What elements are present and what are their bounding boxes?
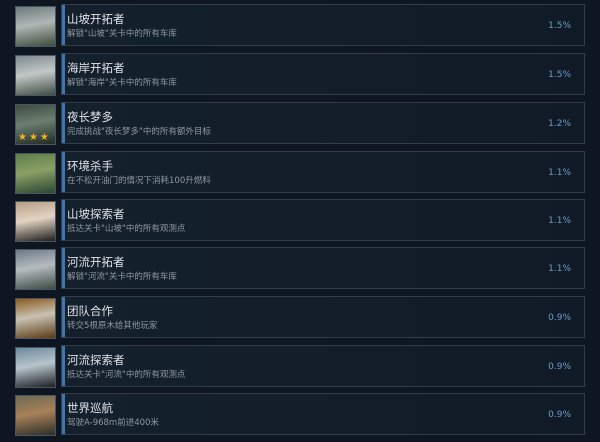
unlock-percentage: 0.9% <box>548 362 571 372</box>
garage-river-icon <box>16 250 55 289</box>
achievement-card: 山坡探索者抵达关卡"山坡"中的所有观测点 1.1% <box>61 199 585 241</box>
achievement-title: 夜长梦多 <box>67 110 113 124</box>
achievement-row[interactable]: 山坡开拓者解锁"山坡"关卡中的所有车库 1.5% <box>0 4 600 53</box>
achievement-icon <box>15 249 56 290</box>
achievement-card: 世界巡航驾驶A-968m前进400米 0.9% <box>61 393 585 435</box>
achievement-row[interactable]: 世界巡航驾驶A-968m前进400米 0.9% <box>0 393 600 442</box>
achievement-card: 河流开拓者解锁"河流"关卡中的所有车库 1.1% <box>61 247 585 289</box>
unlock-percentage: 1.5% <box>548 21 571 31</box>
unlock-percentage: 1.1% <box>548 168 571 178</box>
achievement-card: 夜长梦多完成挑战"夜长梦多"中的所有额外目标 1.2% <box>61 102 585 144</box>
unlock-percentage: 1.1% <box>548 216 571 226</box>
achievement-description: 解锁"海岸"关卡中的所有车库 <box>67 78 177 88</box>
garage-hill-icon <box>16 7 55 46</box>
achievement-card: 河流探索者抵达关卡"河流"中的所有观测点 0.9% <box>61 345 585 387</box>
achievement-row[interactable]: ★★★ 夜长梦多完成挑战"夜长梦多"中的所有额外目标 1.2% <box>0 102 600 151</box>
unlock-percentage: 1.2% <box>548 119 571 129</box>
achievement-row[interactable]: 海岸开拓者解锁"海岸"关卡中的所有车库 1.5% <box>0 53 600 102</box>
watchpoint-river-icon <box>16 348 55 387</box>
unlock-percentage: 0.9% <box>548 410 571 420</box>
achievement-icon: ★★★ <box>15 104 56 145</box>
garage-coast-icon <box>16 56 55 95</box>
achievement-row[interactable]: 河流开拓者解锁"河流"关卡中的所有车库 1.1% <box>0 247 600 296</box>
unlock-percentage: 1.5% <box>548 70 571 80</box>
achievement-card: 团队合作转交5根原木给其他玩家 0.9% <box>61 296 585 338</box>
swamp-icon <box>16 154 55 193</box>
car-icon <box>16 396 55 435</box>
achievement-row[interactable]: 团队合作转交5根原木给其他玩家 0.9% <box>0 296 600 345</box>
achievement-description: 完成挑战"夜长梦多"中的所有额外目标 <box>67 127 211 137</box>
achievement-list: 山坡开拓者 解锁"山坡"关卡中的所有车库 1.5% 海岸开拓者 解锁"海岸"关卡中的所有… <box>0 0 600 436</box>
achievement-title: 团队合作 <box>67 304 113 318</box>
achievement-description: 在不松开油门的情况下消耗100升燃料 <box>67 176 211 186</box>
achievement-icon <box>15 55 56 96</box>
achievement-icon <box>15 201 56 242</box>
achievement-title: 山坡开拓者 <box>67 12 125 26</box>
unlock-percentage: 1.1% <box>548 264 571 274</box>
stars-icon: ★★★ <box>18 132 51 143</box>
accent-bar <box>62 248 65 288</box>
achievement-icon <box>15 298 56 339</box>
logs-icon <box>16 299 55 338</box>
accent-bar <box>62 394 65 434</box>
accent-bar <box>62 54 65 94</box>
accent-bar <box>62 346 65 386</box>
achievement-icon <box>15 153 56 194</box>
achievement-icon <box>15 395 56 436</box>
achievement-row[interactable]: 河流探索者抵达关卡"河流"中的所有观测点 0.9% <box>0 345 600 394</box>
accent-bar <box>62 103 65 143</box>
achievement-title: 环境杀手 <box>67 159 113 173</box>
accent-bar <box>62 297 65 337</box>
achievement-icon <box>15 6 56 47</box>
achievement-description: 抵达关卡"山坡"中的所有观测点 <box>67 224 186 234</box>
achievement-description: 驾驶A-968m前进400米 <box>67 418 159 428</box>
accent-bar <box>62 152 65 192</box>
achievement-description: 转交5根原木给其他玩家 <box>67 321 158 331</box>
achievement-icon <box>15 347 56 388</box>
achievement-description: 解锁"河流"关卡中的所有车库 <box>67 272 177 282</box>
achievement-row[interactable]: 环境杀手在不松开油门的情况下消耗100升燃料 1.1% <box>0 151 600 200</box>
achievement-title: 山坡探索者 <box>67 207 125 221</box>
unlock-percentage: 0.9% <box>548 313 571 323</box>
achievement-card: 山坡开拓者解锁"山坡"关卡中的所有车库 1.5% <box>61 4 585 46</box>
achievement-description: 解锁"山坡"关卡中的所有车库 <box>67 29 177 39</box>
accent-bar <box>62 5 65 45</box>
achievement-title: 河流探索者 <box>67 353 125 367</box>
achievement-row[interactable]: 山坡探索者抵达关卡"山坡"中的所有观测点 1.1% <box>0 199 600 248</box>
watchpoint-hill-icon <box>16 202 55 241</box>
achievement-title: 世界巡航 <box>67 401 113 415</box>
achievement-title: 河流开拓者 <box>67 255 125 269</box>
achievement-title: 海岸开拓者 <box>67 61 125 75</box>
achievement-card: 环境杀手在不松开油门的情况下消耗100升燃料 1.1% <box>61 151 585 193</box>
achievement-description: 抵达关卡"河流"中的所有观测点 <box>67 370 186 380</box>
achievement-card: 海岸开拓者解锁"海岸"关卡中的所有车库 1.5% <box>61 53 585 95</box>
accent-bar <box>62 200 65 240</box>
